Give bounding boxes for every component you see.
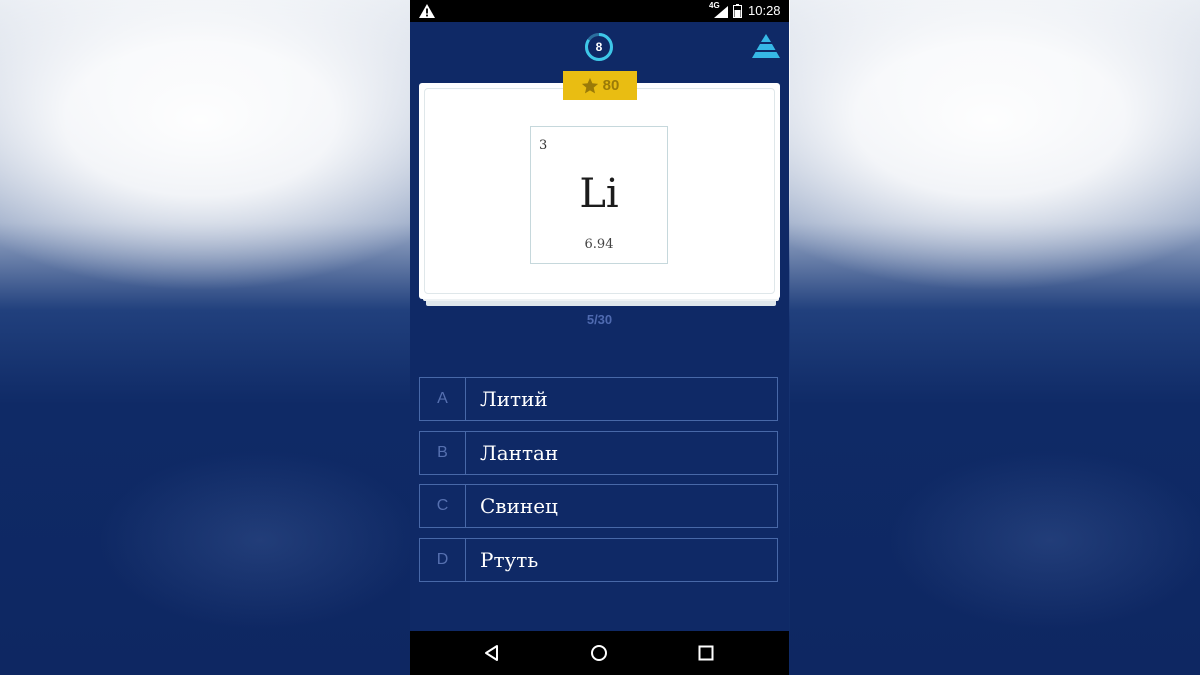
- battery-icon: [733, 4, 742, 18]
- answer-text: Литий: [480, 387, 548, 411]
- background-left: [0, 0, 410, 675]
- answer-text: Лантан: [480, 441, 559, 465]
- status-time: 10:28: [748, 3, 781, 18]
- answer-letter: A: [420, 378, 466, 420]
- navigation-bar: [410, 631, 789, 675]
- answer-option-b[interactable]: B Лантан: [419, 431, 778, 475]
- status-bar: 4G 10:28: [410, 0, 789, 22]
- answer-option-a[interactable]: A Литий: [419, 377, 778, 421]
- timer-value: 8: [595, 40, 603, 54]
- answer-letter: D: [420, 539, 466, 581]
- answer-option-c[interactable]: C Свинец: [419, 484, 778, 528]
- question-progress: 5/30: [586, 312, 613, 327]
- phone-screen: 4G 10:28 8 80 3 Li 6.94 5/30 A Литий B Л…: [410, 0, 789, 675]
- atomic-number: 3: [539, 138, 548, 153]
- back-icon[interactable]: [483, 644, 501, 662]
- star-icon: [581, 77, 598, 93]
- home-icon[interactable]: [590, 644, 608, 662]
- element-tile: 3 Li 6.94: [530, 126, 668, 264]
- score-badge: 80: [563, 71, 637, 100]
- warning-icon: [419, 4, 435, 18]
- answer-letter: C: [420, 485, 466, 527]
- signal-icon: [714, 6, 728, 18]
- pyramid-icon[interactable]: [752, 33, 780, 59]
- answer-text: Свинец: [480, 494, 558, 518]
- answer-letter: B: [420, 432, 466, 474]
- score-value: 80: [602, 77, 620, 94]
- atomic-mass: 6.94: [584, 237, 614, 252]
- answer-option-d[interactable]: D Ртуть: [419, 538, 778, 582]
- timer: 8: [584, 32, 614, 62]
- answer-text: Ртуть: [480, 548, 539, 572]
- element-symbol: Li: [579, 171, 619, 217]
- background-right: [790, 0, 1200, 675]
- recent-apps-icon[interactable]: [697, 644, 715, 662]
